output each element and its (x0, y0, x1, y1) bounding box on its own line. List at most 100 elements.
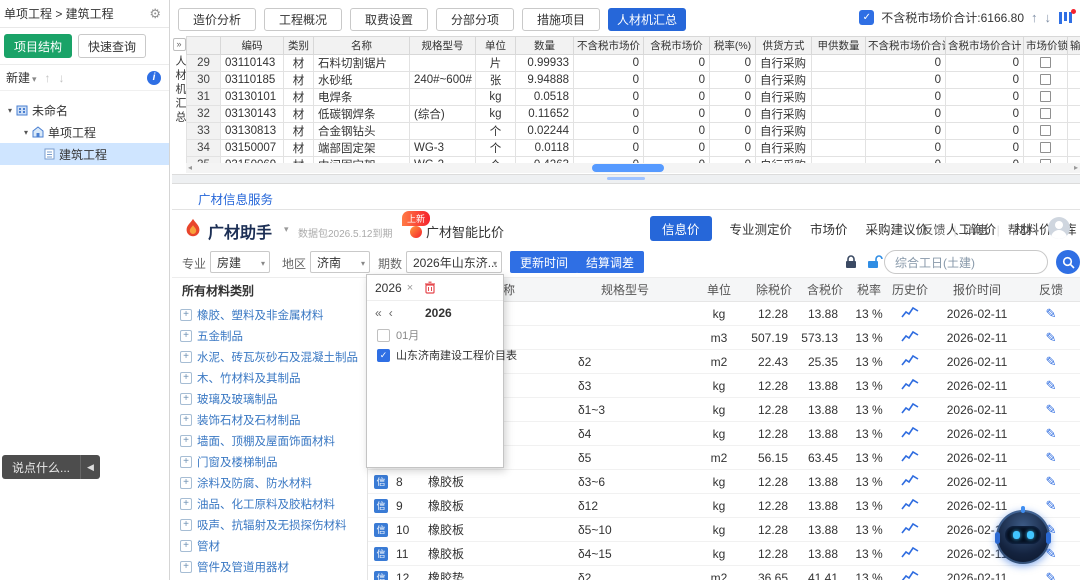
link-message[interactable]: 消息 (965, 221, 989, 238)
category-item[interactable]: + 水泥、砖瓦灰砂石及混凝土制品 (172, 346, 367, 367)
profession-select[interactable]: 房建 ▾ (210, 251, 270, 273)
nav-tab[interactable]: 信息价 (650, 215, 712, 241)
category-item[interactable]: + 墙面、顶棚及屋面饰面材料 (172, 430, 367, 451)
market-price-lock-checkbox[interactable] (1040, 74, 1051, 86)
search-button[interactable] (1056, 250, 1080, 274)
checkbox-icon[interactable] (377, 328, 390, 342)
expand-plus-icon[interactable]: + (180, 392, 192, 405)
expand-plus-icon[interactable]: + (180, 476, 192, 489)
history-price-icon[interactable] (901, 354, 919, 370)
expand-plus-icon[interactable]: + (180, 371, 192, 384)
info-icon[interactable]: i (147, 70, 161, 85)
category-item[interactable]: + 木、竹材料及其制品 (172, 367, 367, 388)
include-check-icon[interactable]: ✓ (859, 10, 875, 25)
chat-widget[interactable]: 说点什么... ◀ (2, 455, 101, 479)
market-price-lock-checkbox[interactable] (1040, 125, 1051, 137)
new-button[interactable]: 新建 ▾ (6, 69, 37, 86)
history-price-icon[interactable] (901, 546, 919, 562)
update-time-button[interactable]: 更新时间 (510, 251, 579, 273)
link-help[interactable]: 帮助 ▾ (1008, 221, 1038, 238)
table-row[interactable]: 33 03130813 材合金钢钻头个 0.02244 0 0 0 自行采购 0 0 (186, 122, 1080, 140)
feedback-edit-icon[interactable]: ✎ (1046, 378, 1057, 393)
history-price-icon[interactable] (901, 522, 919, 538)
tree-item[interactable]: 建筑工程 (0, 143, 169, 165)
user-avatar[interactable] (1048, 217, 1070, 239)
price-table-row[interactable]: 信 11 橡胶板 δ4~15 kg 12.28 13.88 13 % 2026-02-11 ✎ (368, 542, 1080, 566)
expand-plus-icon[interactable]: + (180, 539, 192, 552)
category-item[interactable]: + 装饰石材及石材制品 (172, 409, 367, 430)
nav-tab[interactable]: 专业测定价 (730, 219, 793, 238)
market-price-lock-checkbox[interactable] (1040, 108, 1051, 120)
checkbox-checked-icon[interactable]: ✓ (377, 348, 390, 362)
toolbar-button[interactable]: 取费设置 (350, 8, 428, 31)
history-price-icon[interactable] (901, 570, 919, 580)
unlock-icon[interactable] (866, 254, 883, 272)
prev-month-icon[interactable]: ‹ (389, 306, 393, 320)
up-arrow-icon[interactable]: ↑ (1031, 10, 1038, 25)
table-row[interactable]: 30 03110185 材水砂纸 240#~600# 张 9.94888 0 0 0 自行采购 0 0 (186, 71, 1080, 89)
feedback-edit-icon[interactable]: ✎ (1046, 450, 1057, 465)
category-item[interactable]: + 门窗及楼梯制品 (172, 451, 367, 472)
price-table-row[interactable]: 信 12 橡胶垫 δ2 m2 36.65 41.41 13 % 2026-02-11 ✎ (368, 566, 1080, 580)
expand-plus-icon[interactable]: + (180, 518, 192, 531)
category-item[interactable]: + 油品、化工原料及胶粘材料 (172, 493, 367, 514)
settlement-adjust-button[interactable]: 结算调差 (576, 251, 645, 273)
chat-input[interactable]: 说点什么... (2, 459, 80, 476)
caret-down-icon[interactable]: ▾ (24, 128, 28, 137)
horizontal-scrollbar[interactable] (186, 163, 1080, 173)
move-down-icon[interactable]: ↓ (59, 71, 65, 85)
link-feedback[interactable]: 反馈 (921, 221, 945, 238)
feedback-edit-icon[interactable]: ✎ (1046, 426, 1057, 441)
period-option[interactable]: ✓ 山东济南建设工程价目表 (367, 345, 517, 365)
history-price-icon[interactable] (901, 330, 919, 346)
history-price-icon[interactable] (901, 426, 919, 442)
toolbar-button[interactable]: 分部分项 (436, 8, 514, 31)
feedback-edit-icon[interactable]: ✎ (1046, 570, 1057, 580)
expand-plus-icon[interactable]: + (180, 308, 192, 321)
column-settings-icon[interactable] (1058, 8, 1076, 25)
feedback-edit-icon[interactable]: ✎ (1046, 330, 1057, 345)
history-price-icon[interactable] (901, 474, 919, 490)
expand-plus-icon[interactable]: + (180, 413, 192, 426)
expand-plus-icon[interactable]: + (180, 455, 192, 468)
chat-collapse-icon[interactable]: ◀ (80, 455, 100, 479)
category-item[interactable]: + 橡胶、塑料及非金属材料 (172, 304, 367, 325)
history-price-icon[interactable] (901, 402, 919, 418)
sidebar-tab[interactable]: 项目结构 (4, 34, 73, 58)
category-item[interactable]: + 管件及管道用器材 (172, 556, 367, 577)
category-item[interactable]: + 吸声、抗辐射及无损探伤材料 (172, 514, 367, 535)
search-input[interactable]: 综合工日(土建) (884, 250, 1048, 274)
toolbar-button[interactable]: 工程概况 (264, 8, 342, 31)
region-select[interactable]: 济南 ▾ (310, 251, 370, 273)
market-price-lock-checkbox[interactable] (1040, 142, 1051, 154)
expand-plus-icon[interactable]: + (180, 350, 192, 363)
feedback-edit-icon[interactable]: ✎ (1046, 474, 1057, 489)
history-price-icon[interactable] (901, 450, 919, 466)
category-item[interactable]: + 管材 (172, 535, 367, 556)
delete-trash-icon[interactable] (424, 281, 436, 294)
table-row[interactable]: 29 03110143 材石料切割锯片片 0.99933 0 0 0 自行采购 0 0 (186, 54, 1080, 72)
expand-plus-icon[interactable]: + (180, 434, 192, 447)
lock-icon[interactable] (844, 254, 858, 272)
tree-item[interactable]: ▾ 单项工程 (0, 121, 169, 143)
market-price-lock-checkbox[interactable] (1040, 57, 1051, 69)
table-row[interactable]: 31 03130101 材电焊条 kg 0.0518 0 0 0 自行采购 0 0 (186, 88, 1080, 106)
settings-gear-icon[interactable]: ⚙ (149, 6, 161, 22)
expand-plus-icon[interactable]: + (180, 329, 192, 342)
table-row[interactable]: 34 03150007 材端部固定架 WG-3 个 0.0118 0 0 0 自行采购 0 0 (186, 139, 1080, 157)
expand-plus-icon[interactable]: + (180, 497, 192, 510)
category-item[interactable]: + 玻璃及玻璃制品 (172, 388, 367, 409)
down-arrow-icon[interactable]: ↓ (1045, 10, 1052, 25)
table-row[interactable]: 32 03130143 材低碳钢焊条 (综合) kg 0.11652 0 0 0 自行采购 0 0 (186, 105, 1080, 123)
scrollbar-thumb[interactable] (592, 164, 664, 172)
market-price-lock-checkbox[interactable] (1040, 91, 1051, 103)
caret-down-icon[interactable]: ▾ (8, 106, 12, 115)
price-table-row[interactable]: 信 10 橡胶板 δ5~10 kg 12.28 13.88 13 % 2026-02-11 ✎ (368, 518, 1080, 542)
period-option[interactable]: 01月 (367, 325, 503, 345)
panel-splitter[interactable] (172, 174, 1080, 184)
expand-panel-button[interactable]: » (172, 38, 186, 51)
nav-tab[interactable]: 市场价 (810, 219, 848, 238)
expand-plus-icon[interactable]: + (180, 560, 192, 573)
chevron-down-icon[interactable]: ▾ (284, 224, 289, 235)
assistant-robot[interactable] (995, 506, 1051, 564)
